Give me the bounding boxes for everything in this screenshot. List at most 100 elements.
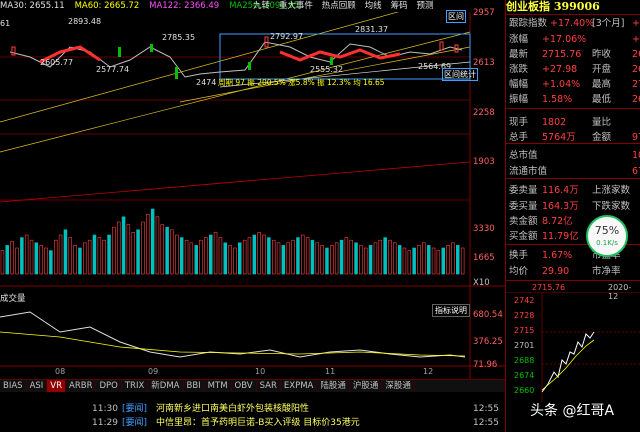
volume-bar xyxy=(218,237,223,275)
news-ticker: 11:30 [要闻] 河南新乡进口南美白虾外包装核酸阳性 12:55 11:29… xyxy=(0,403,505,432)
month-label: 08 xyxy=(55,367,66,376)
ma250-line xyxy=(0,161,471,203)
news-headline[interactable]: 中信里昂：首予药明巨诺-B买入评级 目标价35港元 xyxy=(156,417,360,430)
tab-sar[interactable]: SAR xyxy=(257,380,281,392)
volume-bar xyxy=(373,242,378,275)
quote-row: 跟踪指数 +17.40% [3个月] + xyxy=(506,16,640,31)
vr-ma-line xyxy=(0,331,466,357)
volume-bar xyxy=(422,242,426,275)
volume-bar xyxy=(194,245,199,275)
toolbar-btn-forecast[interactable]: 预测 xyxy=(416,0,433,12)
volume-bar xyxy=(44,247,48,275)
volume-bar xyxy=(34,242,39,275)
volume-bar xyxy=(223,242,228,275)
toolbar-btn-events[interactable]: 重大事件 xyxy=(279,0,313,12)
volume-bar xyxy=(189,242,194,275)
tab-obv[interactable]: OBV xyxy=(232,380,257,392)
tab-expma[interactable]: EXPMA xyxy=(281,380,318,392)
month-label: 12 xyxy=(423,367,434,376)
tab-asi[interactable]: ASI xyxy=(27,380,48,392)
quote-row: 幅幅 +1.04% 最高 27 xyxy=(506,77,640,92)
volume-bar xyxy=(436,250,441,275)
annotation-low1: 2605.77 xyxy=(40,58,74,67)
volume-bar xyxy=(247,237,252,275)
tab-bbi[interactable]: BBI xyxy=(184,380,205,392)
gauge-speed: 0.1K/s xyxy=(596,239,618,247)
toolbar-btn-chips[interactable]: 筹码 xyxy=(391,0,408,12)
range-stat-button[interactable]: 区间统计 xyxy=(442,68,478,81)
ma60-label: MA60: 2665.72 xyxy=(74,1,140,11)
volume-bar xyxy=(49,250,53,275)
toolbar-btn-jiuzhuan[interactable]: 九转 xyxy=(253,0,270,12)
annotation-high3: 2792.97 xyxy=(270,32,304,41)
price-tick: 2613 xyxy=(473,58,495,68)
tab-dpo[interactable]: DPO xyxy=(96,380,122,392)
volume-bar xyxy=(392,242,397,275)
indicator-help-button[interactable]: 指标说明 xyxy=(432,304,470,317)
volume-bar xyxy=(39,245,43,275)
volume-bar xyxy=(199,239,203,275)
volume-bar xyxy=(97,237,102,275)
candle xyxy=(330,57,333,65)
volume-bar xyxy=(150,208,155,275)
candle xyxy=(11,46,16,56)
quote-label: 振幅 xyxy=(509,94,529,105)
tab-shengutong[interactable]: 深股通 xyxy=(382,380,415,392)
toolbar-btn-ma[interactable]: 均线 xyxy=(365,0,382,12)
volume-bar xyxy=(412,247,416,275)
volume-bar xyxy=(310,239,315,275)
volume-bar xyxy=(141,221,145,275)
network-speed-gauge[interactable]: 75% 0.1K/s xyxy=(586,215,628,257)
quote-label: 买金额 xyxy=(509,231,538,242)
news-item[interactable]: 11:30 [要闻] 河南新乡进口南美白虾外包装核酸阳性 12:55 xyxy=(0,403,505,416)
chart-toolbar: 九转 重大事件 热点回顾 均线 筹码 预测 xyxy=(253,0,439,12)
candle xyxy=(150,44,153,52)
news-time-right: 12:55 xyxy=(473,404,499,414)
quote-row: 流通市值 67 xyxy=(506,164,640,179)
news-headline[interactable]: 河南新乡进口南美白虾外包装核酸阳性 xyxy=(156,403,309,416)
toolbar-btn-hotspot[interactable]: 热点回顾 xyxy=(322,0,356,12)
divider xyxy=(506,14,640,15)
price-tick: 2957 xyxy=(473,8,495,18)
volume-bar xyxy=(146,213,150,275)
volume-bar xyxy=(388,239,392,275)
tab-mtm[interactable]: MTM xyxy=(205,380,232,392)
tab-hugutong[interactable]: 沪股通 xyxy=(350,380,383,392)
volume-bar xyxy=(83,242,87,275)
volume-bar xyxy=(276,242,281,275)
news-item[interactable]: 11:29 [要闻] 中信里昂：首予药明巨诺-B买入评级 目标价35港元 12:… xyxy=(0,417,505,430)
volume-bar xyxy=(242,239,247,275)
quote-row: 委买量 164.3万 下跌家数 xyxy=(506,199,640,214)
volume-bar xyxy=(117,221,121,275)
tab-new-dma[interactable]: 新DMA xyxy=(148,380,184,392)
tab-trix[interactable]: TRIX xyxy=(122,380,149,392)
range-stat-line: 周期 97 振 200.5% 涨5.8% 振 12.3% 均 16.65 xyxy=(218,78,385,87)
month-label: 09 xyxy=(148,367,159,376)
trend-line xyxy=(179,46,471,103)
trend-line xyxy=(0,12,400,123)
quote-label-2: [3个月] xyxy=(592,18,625,29)
volume-bar xyxy=(233,247,237,275)
volume-bar xyxy=(24,234,29,275)
volume-bar xyxy=(204,237,208,275)
quote-value-2: + xyxy=(632,34,640,45)
quote-row: 最新 2715.76 昨收 26 xyxy=(506,47,640,62)
volume-bar xyxy=(446,245,450,275)
volume-bar xyxy=(252,234,257,275)
sub-tick: 680.54 xyxy=(473,310,503,320)
range-top-button[interactable]: 区间 xyxy=(446,10,466,23)
quote-label-2: 量比 xyxy=(592,117,612,128)
volume-bar xyxy=(262,234,266,275)
volume-bar xyxy=(53,239,58,275)
tab-vr[interactable]: VR xyxy=(47,380,67,392)
volume-bar xyxy=(300,234,305,275)
candle xyxy=(439,41,444,51)
annotation-low2: 2577.74 xyxy=(96,65,130,74)
tab-arbr[interactable]: ARBR xyxy=(66,380,97,392)
volume-bar xyxy=(339,239,344,275)
tab-bias[interactable]: BIAS xyxy=(0,380,27,392)
quote-value: 116.4万 xyxy=(542,185,579,196)
tab-lugutong[interactable]: 陆股通 xyxy=(317,380,350,392)
volume-bar xyxy=(87,239,92,275)
ma30-label: MA30: 2655.11 xyxy=(0,1,65,11)
